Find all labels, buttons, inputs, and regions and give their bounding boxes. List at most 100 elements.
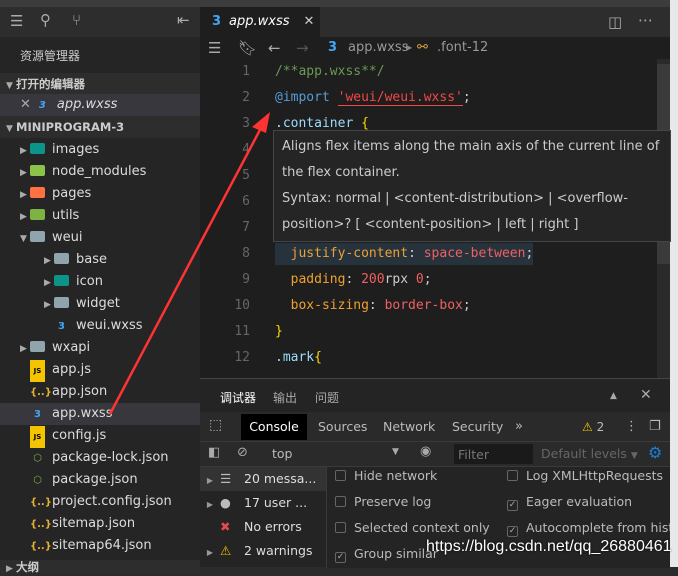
levels-select[interactable]: Default levels ▼ — [541, 446, 638, 461]
console-filter-item[interactable]: ▶ ● 17 user ... — [200, 491, 333, 515]
tree-item[interactable]: 3 weui.wxss — [0, 315, 200, 337]
code-token: 'weui/weui.wxss' — [337, 90, 463, 106]
tree-item[interactable]: 3 app.wxss — [0, 403, 200, 425]
sidebar-title: 资源管理器 — [20, 49, 81, 63]
checkbox[interactable] — [335, 496, 346, 507]
setting-checkbox[interactable]: Preserve log — [335, 494, 431, 509]
tree-item[interactable]: ▼ weui — [0, 227, 200, 249]
checkbox[interactable] — [507, 470, 518, 481]
tree-item[interactable]: ▶ icon — [0, 271, 200, 293]
eye-icon[interactable]: ◉ — [420, 444, 431, 459]
console-filter-item[interactable]: ▶ ☰ 20 messa... — [200, 467, 333, 491]
tree-item[interactable]: ⬡ package-lock.json — [0, 447, 200, 469]
tree-item[interactable]: ▶ pages — [0, 183, 200, 205]
tree-item[interactable]: {..}app.json — [0, 381, 200, 403]
collapse-sidebar-icon[interactable]: ⇤ — [177, 11, 190, 29]
chevron-down-icon[interactable]: ▼ — [20, 228, 30, 250]
source-control-icon[interactable]: ⑂ — [72, 11, 81, 29]
breadcrumb-file[interactable]: app.wxss — [348, 37, 408, 59]
console-filter-item[interactable]: ✖ No errors — [200, 515, 333, 539]
checkbox[interactable] — [335, 470, 346, 481]
list-icon: ☰ — [220, 471, 232, 486]
project-section[interactable]: ▼ MINIPROGRAM-3 — [0, 116, 200, 138]
setting-checkbox[interactable]: Log XMLHttpRequests — [507, 468, 663, 483]
kebab-menu-icon[interactable]: ⋮ — [625, 414, 638, 440]
tree-item[interactable]: ▶ node_modules — [0, 161, 200, 183]
tree-item-label: package-lock.json — [52, 450, 169, 465]
maximize-panel-icon[interactable]: ▲ — [610, 391, 617, 401]
chevron-down-icon[interactable]: ▼ — [392, 447, 399, 457]
sidebar-toggle-icon[interactable]: ◧ — [208, 445, 220, 460]
tree-item[interactable]: {..}sitemap.json — [0, 513, 200, 535]
chevron-right-icon[interactable]: ▶ — [44, 272, 54, 294]
open-editors-section[interactable]: ▼ 打开的编辑器 — [0, 73, 200, 95]
more-icon[interactable]: ⋯ — [638, 11, 653, 29]
code-line[interactable]: @import 'weui/weui.wxss'; — [275, 87, 471, 109]
bookmark-icon[interactable]: 🔖︎ — [238, 37, 257, 59]
close-panel-icon[interactable]: ✕ — [640, 387, 652, 403]
explorer-icon[interactable]: ☰ — [10, 12, 23, 30]
tree-item[interactable]: JS config.js — [0, 425, 200, 448]
more-tabs-icon[interactable]: » — [515, 414, 523, 440]
setting-checkbox[interactable]: Selected context only — [335, 520, 490, 535]
back-arrow-icon[interactable]: ← — [268, 37, 281, 59]
tab-output[interactable]: 输出 — [273, 389, 297, 406]
outline-section[interactable]: ▶ 大纲 — [0, 560, 200, 574]
checkbox[interactable]: ✓ — [507, 500, 518, 511]
chevron-right-icon[interactable]: ▶ — [44, 294, 54, 316]
tree-item[interactable]: ▶ base — [0, 249, 200, 271]
code-line[interactable]: padding: 200rpx 0; — [275, 269, 432, 291]
undock-icon[interactable]: ❐ — [649, 414, 661, 440]
tab-network[interactable]: Network — [383, 414, 435, 440]
filter-input[interactable] — [454, 444, 533, 464]
tree-item[interactable]: ⬡ package.json — [0, 469, 200, 491]
code-line[interactable]: /**app.wxss**/ — [275, 61, 385, 83]
setting-checkbox[interactable]: Hide network — [335, 468, 437, 483]
chevron-right-icon[interactable]: ▶ — [20, 206, 30, 228]
inspect-element-icon[interactable]: ⬚ — [209, 417, 222, 433]
close-icon[interactable]: ✕ — [20, 97, 31, 112]
setting-checkbox[interactable]: ✓ Eager evaluation — [507, 494, 632, 511]
code-line[interactable]: } — [275, 321, 283, 343]
tree-item[interactable]: JS app.js — [0, 359, 200, 382]
tab-sources[interactable]: Sources — [318, 414, 367, 440]
chevron-right-icon[interactable]: ▶ — [44, 250, 54, 272]
tab-debugger[interactable]: 调试器 — [220, 389, 257, 413]
tree-item[interactable]: ▶ utils — [0, 205, 200, 227]
setting-checkbox[interactable]: ✓ Autocomplete from history — [507, 520, 678, 537]
breadcrumb-symbol[interactable]: .font-12 — [437, 37, 488, 59]
checkbox[interactable] — [335, 522, 346, 533]
list-icon[interactable]: ☰ — [208, 37, 221, 59]
checkbox[interactable]: ✓ — [507, 526, 518, 537]
context-select[interactable]: top — [272, 446, 292, 461]
split-editor-icon[interactable]: ◫ — [608, 13, 622, 31]
checkbox[interactable]: ✓ — [335, 552, 346, 563]
settings-gear-icon[interactable]: ⚙ — [648, 443, 662, 462]
chevron-right-icon[interactable]: ▶ — [20, 184, 30, 206]
clear-console-icon[interactable]: ⊘ — [237, 445, 248, 460]
tree-item-label: images — [52, 142, 100, 157]
code-line[interactable]: justify-content: space-between; — [275, 243, 534, 265]
chevron-right-icon[interactable]: ▶ — [20, 162, 30, 184]
close-icon[interactable]: ✕ — [304, 14, 315, 29]
open-editor-item[interactable]: ✕ 3 app.wxss — [0, 94, 200, 116]
tree-item[interactable]: {..}project.config.json — [0, 491, 200, 513]
tree-item[interactable]: ▶ images — [0, 139, 200, 161]
code-line[interactable]: .mark{ — [275, 347, 322, 369]
tree-item[interactable]: {..}sitemap64.json — [0, 535, 200, 557]
code-line[interactable]: box-sizing: border-box; — [275, 295, 471, 317]
chevron-right-icon[interactable]: ▶ — [20, 140, 30, 162]
chevron-right-icon[interactable]: ▶ — [20, 338, 30, 360]
tree-item[interactable]: ▶ widget — [0, 293, 200, 315]
console-filter-item[interactable]: ▶ ⚠ 2 warnings — [200, 539, 333, 563]
forward-arrow-icon[interactable]: → — [296, 37, 309, 59]
tab-security[interactable]: Security — [452, 414, 503, 440]
tree-item[interactable]: ▶ wxapi — [0, 337, 200, 359]
tab-problems[interactable]: 问题 — [315, 389, 339, 406]
search-icon[interactable]: ⚲ — [40, 11, 51, 29]
warning-counter[interactable]: ⚠ 2 — [582, 414, 604, 440]
setting-checkbox[interactable]: ✓ Group similar — [335, 546, 438, 563]
tab-app-wxss[interactable]: 3 app.wxss ✕ — [200, 7, 320, 37]
tab-console[interactable]: Console — [241, 414, 307, 440]
code-token: border-box — [384, 298, 463, 313]
